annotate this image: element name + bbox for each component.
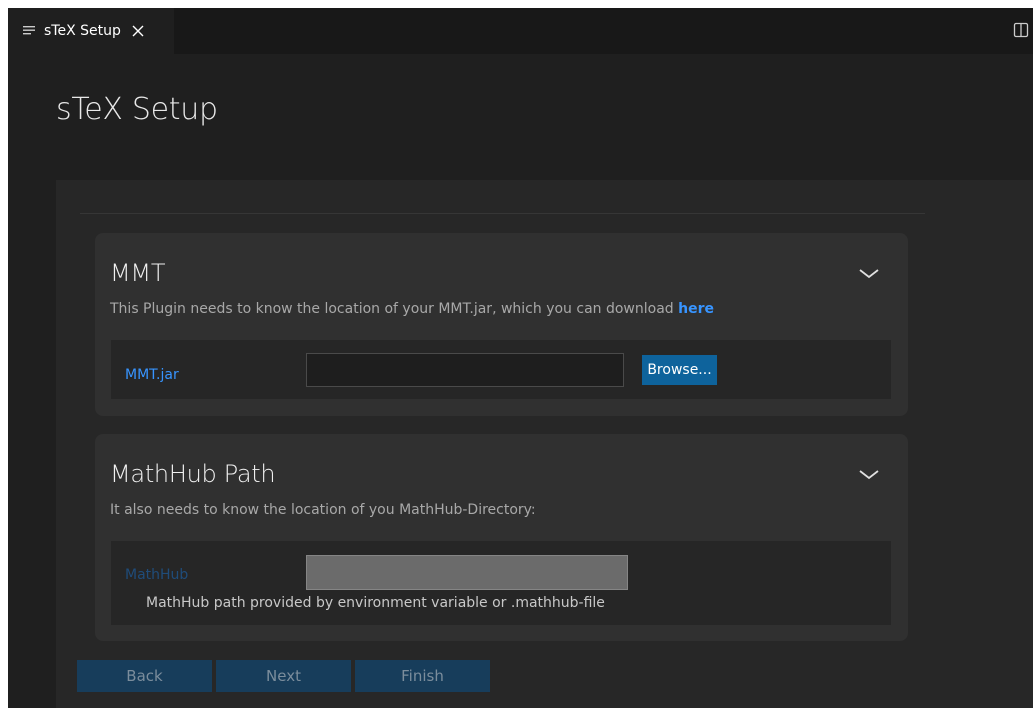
close-icon[interactable] <box>131 24 145 38</box>
tab-label: sTeX Setup <box>44 23 121 39</box>
editor-area: sTeX Setup MMT This Plugin needs to know… <box>8 54 1033 708</box>
section-description-mathhub: It also needs to know the location of yo… <box>110 502 536 518</box>
field-row-mathhub: MathHub MathHub path provided by environ… <box>111 541 891 625</box>
setup-window: sTeX Setup sTeX Setup MMT This Plugin ne… <box>8 8 1033 708</box>
chevron-down-icon[interactable] <box>858 267 880 281</box>
chevron-down-icon[interactable] <box>858 468 880 482</box>
mmt-jar-label: MMT.jar <box>125 367 179 383</box>
tab-stex-setup[interactable]: sTeX Setup <box>8 8 174 54</box>
mathhub-hint: MathHub path provided by environment var… <box>146 595 605 611</box>
section-description-mmt: This Plugin needs to know the location o… <box>110 301 714 317</box>
page-title: sTeX Setup <box>56 92 218 127</box>
split-editor-icon[interactable] <box>1013 22 1029 38</box>
mathhub-label: MathHub <box>125 567 189 583</box>
divider <box>80 213 925 214</box>
section-mathhub: MathHub Path It also needs to know the l… <box>95 434 908 641</box>
description-text: This Plugin needs to know the location o… <box>110 301 674 317</box>
content-panel: MMT This Plugin needs to know the locati… <box>56 180 1033 708</box>
finish-button[interactable]: Finish <box>355 660 490 692</box>
section-title-mathhub: MathHub Path <box>110 460 276 488</box>
browse-button[interactable]: Browse... <box>642 355 717 385</box>
download-here-link[interactable]: here <box>678 301 714 317</box>
field-row-mmt-jar: MMT.jar Browse... <box>111 340 891 399</box>
section-mmt: MMT This Plugin needs to know the locati… <box>95 233 908 416</box>
next-button[interactable]: Next <box>216 660 351 692</box>
tab-bar: sTeX Setup <box>8 8 1033 54</box>
lines-icon <box>23 26 35 35</box>
back-button[interactable]: Back <box>77 660 212 692</box>
mmt-jar-input[interactable] <box>306 353 624 387</box>
mathhub-input-disabled <box>306 555 628 590</box>
section-title-mmt: MMT <box>110 259 166 287</box>
